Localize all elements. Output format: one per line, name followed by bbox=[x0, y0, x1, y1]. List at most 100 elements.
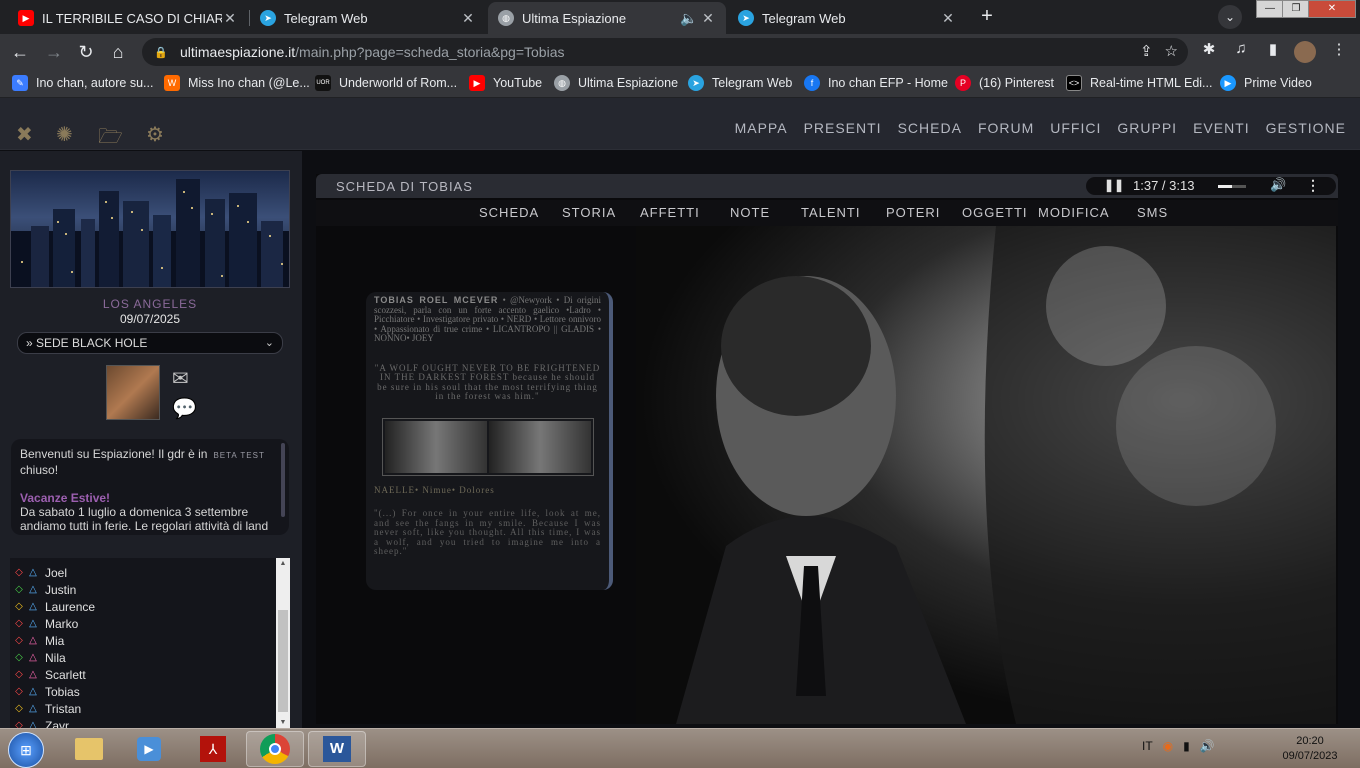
close-icon[interactable]: ✕ bbox=[700, 10, 716, 27]
gear-icon[interactable]: ⚙ bbox=[146, 122, 164, 147]
menu-presenti[interactable]: PRESENTI bbox=[804, 120, 882, 136]
volume-icon[interactable]: 🔊 bbox=[1270, 177, 1286, 193]
news-body: Da sabato 1 luglio a domenica 3 settembr… bbox=[20, 505, 269, 533]
scroll-up-icon[interactable]: ▲ bbox=[276, 560, 290, 567]
tab-youtube[interactable]: ▶ IL TERRIBILE CASO DI CHIARA IN ✕ bbox=[8, 2, 248, 34]
bookmark-prime-video[interactable]: ▶ Prime Video bbox=[1220, 75, 1312, 91]
user-list-item[interactable]: ◇ △ Mia bbox=[10, 632, 64, 649]
bookmark-ino-chan[interactable]: ✎ Ino chan, autore su... bbox=[12, 75, 153, 91]
avast-icon[interactable]: ◉ bbox=[1163, 739, 1173, 753]
bookmark-telegram[interactable]: ➤ Telegram Web bbox=[688, 75, 792, 91]
media-control-icon[interactable]: ♫ bbox=[1230, 40, 1252, 57]
tab-note[interactable]: NOTE bbox=[730, 205, 770, 220]
bookmark-pinterest[interactable]: P (16) Pinterest bbox=[955, 75, 1054, 91]
user-list-item[interactable]: ◇ △ Marko bbox=[10, 615, 78, 632]
user-list-item[interactable]: ◇ △ Justin bbox=[10, 581, 76, 598]
menu-forum[interactable]: FORUM bbox=[978, 120, 1034, 136]
pause-button[interactable]: ❚❚ bbox=[1104, 178, 1124, 192]
network-icon[interactable]: ▮ bbox=[1183, 739, 1190, 753]
more-options-icon[interactable]: ⋮ bbox=[1306, 177, 1320, 194]
mail-icon[interactable]: ✉ bbox=[172, 366, 189, 391]
bookmark-ultima-espiazione[interactable]: ◍ Ultima Espiazione bbox=[554, 75, 678, 91]
user-list-item[interactable]: ◇ △ Nila bbox=[10, 649, 66, 666]
new-tab-button[interactable]: + bbox=[976, 6, 998, 28]
location-select[interactable]: » SEDE BLACK HOLE ⌄ bbox=[17, 332, 283, 354]
race-triangle-icon: △ bbox=[29, 669, 37, 680]
tab-oggetti[interactable]: OGGETTI bbox=[962, 205, 1028, 220]
user-list-item[interactable]: ◇ △ Zayr bbox=[10, 717, 69, 729]
system-clock[interactable]: 20:20 09/07/2023 bbox=[1270, 734, 1350, 764]
menu-icon[interactable]: ⋮ bbox=[1328, 40, 1350, 58]
user-list-item[interactable]: ◇ △ Tobias bbox=[10, 683, 80, 700]
close-x-icon[interactable]: ✖ bbox=[16, 122, 33, 147]
user-list-scrollbar[interactable]: ▲ ▼ bbox=[276, 558, 290, 728]
share-icon[interactable]: ⇪ bbox=[1140, 42, 1153, 60]
tab-scheda[interactable]: SCHEDA bbox=[479, 205, 539, 220]
user-list-item[interactable]: ◇ △ Laurence bbox=[10, 598, 95, 615]
reload-button[interactable]: ↻ bbox=[74, 40, 98, 64]
volume-icon[interactable]: 🔊 bbox=[1200, 739, 1215, 753]
tab-sms[interactable]: SMS bbox=[1137, 205, 1168, 220]
scroll-down-icon[interactable]: ▼ bbox=[276, 719, 290, 726]
chat-icon[interactable]: 💬 bbox=[172, 396, 197, 421]
back-button[interactable]: ← bbox=[8, 40, 32, 64]
language-indicator[interactable]: IT bbox=[1142, 739, 1153, 753]
menu-gestione[interactable]: GESTIONE bbox=[1266, 120, 1346, 136]
bookmark-html-editor[interactable]: <> Real-time HTML Edi... bbox=[1066, 75, 1212, 91]
menu-gruppi[interactable]: GRUPPI bbox=[1117, 120, 1177, 136]
tab-affetti[interactable]: AFFETTI bbox=[640, 205, 700, 220]
home-button[interactable]: ⌂ bbox=[106, 40, 130, 64]
menu-eventi[interactable]: EVENTI bbox=[1193, 120, 1250, 136]
star-icon[interactable]: ☆ bbox=[1165, 42, 1178, 60]
forward-button[interactable]: → bbox=[42, 40, 66, 64]
user-list-item[interactable]: ◇ △ Tristan bbox=[10, 700, 81, 717]
race-triangle-icon: △ bbox=[29, 703, 37, 714]
tab-strip: ▶ IL TERRIBILE CASO DI CHIARA IN ✕ ➤ Tel… bbox=[0, 0, 1360, 34]
bookmark-miss-ino[interactable]: W Miss Ino chan (@Le... bbox=[164, 75, 310, 91]
tab-modifica[interactable]: MODIFICA bbox=[1038, 205, 1110, 220]
tab-talenti[interactable]: TALENTI bbox=[801, 205, 861, 220]
maximize-button[interactable]: ❐ bbox=[1282, 0, 1310, 18]
user-list-item[interactable]: ◇ △ Scarlett bbox=[10, 666, 86, 683]
start-button[interactable]: ⊞ bbox=[8, 732, 44, 768]
bookmark-youtube[interactable]: ▶ YouTube bbox=[469, 75, 542, 91]
bookmark-underworld[interactable]: UOR Underworld of Rom... bbox=[315, 75, 457, 91]
status-diamond-icon: ◇ bbox=[15, 652, 23, 663]
menu-scheda[interactable]: SCHEDA bbox=[898, 120, 962, 136]
acrobat-icon[interactable]: ⅄ bbox=[184, 731, 242, 767]
menu-uffici[interactable]: UFFICI bbox=[1050, 120, 1101, 136]
bookmark-efp[interactable]: f Ino chan EFP - Home bbox=[804, 75, 948, 91]
menu-mappa[interactable]: MAPPA bbox=[735, 120, 788, 136]
tab-telegram-1[interactable]: ➤ Telegram Web ✕ bbox=[250, 2, 486, 34]
avatar[interactable] bbox=[106, 365, 160, 420]
tab-search-button[interactable]: ⌄ bbox=[1218, 5, 1242, 29]
user-list-item[interactable]: ◇ △ Joel bbox=[10, 564, 67, 581]
lock-icon[interactable]: 🔒 bbox=[154, 46, 170, 59]
status-diamond-icon: ◇ bbox=[15, 584, 23, 595]
site-menu: MAPPA PRESENTI SCHEDA FORUM UFFICI GRUPP… bbox=[719, 120, 1346, 136]
speaker-icon[interactable]: 🔈 bbox=[680, 10, 697, 27]
chrome-icon[interactable] bbox=[246, 731, 304, 767]
scrollbar-thumb[interactable] bbox=[278, 610, 288, 712]
profile-avatar[interactable] bbox=[1294, 41, 1316, 63]
tab-poteri[interactable]: POTERI bbox=[886, 205, 940, 220]
tab-ultima-espiazione[interactable]: ◍ Ultima Espiazione 🔈 ✕ bbox=[488, 2, 726, 34]
minimize-button[interactable]: — bbox=[1256, 0, 1284, 18]
audio-progress[interactable] bbox=[1218, 185, 1232, 188]
extensions-icon[interactable]: ✱ bbox=[1198, 40, 1220, 58]
news-scrollbar[interactable] bbox=[281, 443, 285, 517]
media-player-icon[interactable]: ▶ bbox=[120, 731, 178, 767]
tab-storia[interactable]: STORIA bbox=[562, 205, 616, 220]
tab-telegram-2[interactable]: ➤ Telegram Web ✕ bbox=[728, 2, 966, 34]
close-window-button[interactable]: ✕ bbox=[1308, 0, 1356, 18]
loading-icon[interactable]: ✺ bbox=[56, 122, 73, 147]
close-icon[interactable]: ✕ bbox=[222, 10, 238, 27]
word-icon[interactable]: W bbox=[308, 731, 366, 767]
close-icon[interactable]: ✕ bbox=[460, 10, 476, 27]
news-box: Benvenuti su Espiazione! Il gdr è in BETA… bbox=[11, 439, 289, 535]
sheet-tabs: SCHEDA STORIA AFFETTI NOTE TALENTI POTER… bbox=[316, 200, 1338, 226]
address-bar[interactable]: 🔒 ultimaespiazione.it/main.php?page=sche… bbox=[142, 38, 1188, 66]
close-icon[interactable]: ✕ bbox=[940, 10, 956, 27]
explorer-icon[interactable] bbox=[60, 731, 118, 767]
side-panel-icon[interactable]: ▮ bbox=[1262, 40, 1284, 58]
